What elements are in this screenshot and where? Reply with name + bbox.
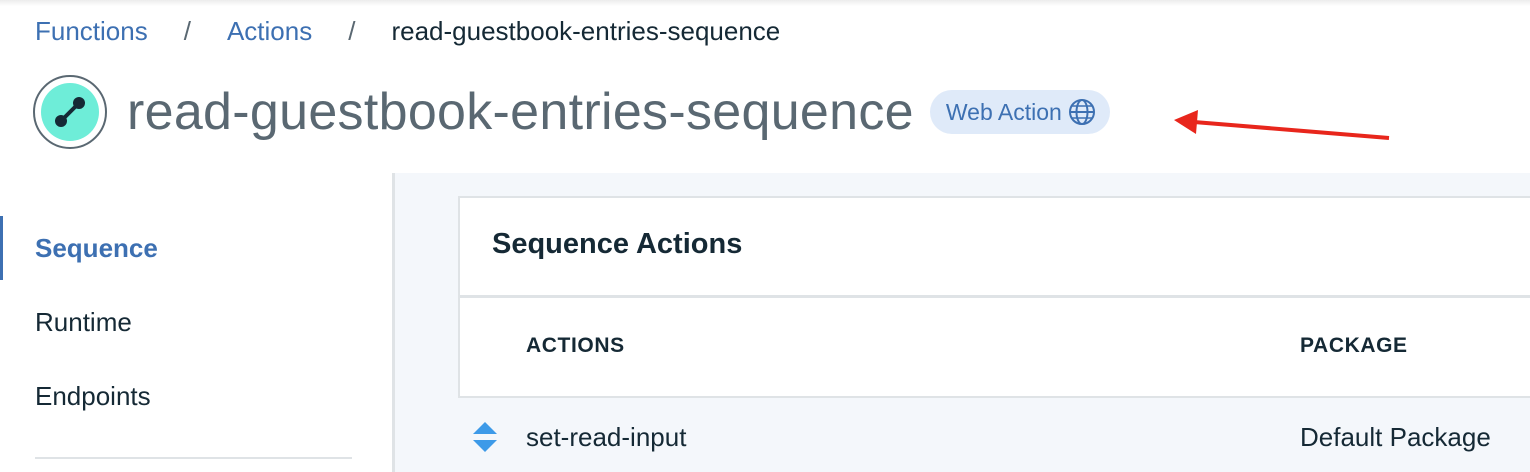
reorder-icon[interactable]: [471, 420, 499, 454]
column-header-package: PACKAGE: [1300, 334, 1408, 357]
sidebar-item-runtime[interactable]: Runtime: [0, 290, 392, 354]
breadcrumb: Functions / Actions / read-guestbook-ent…: [35, 14, 780, 48]
breadcrumb-link-actions[interactable]: Actions: [227, 16, 312, 47]
sidebar-item-sequence[interactable]: Sequence: [0, 216, 392, 280]
sequence-icon: [33, 75, 107, 149]
table-row: set-read-input Default Package: [458, 410, 1530, 464]
breadcrumb-separator: /: [183, 15, 191, 46]
sidebar: Sequence Runtime Endpoints: [0, 173, 392, 472]
web-action-badge[interactable]: Web Action: [929, 90, 1110, 134]
breadcrumb-current: read-guestbook-entries-sequence: [391, 15, 781, 46]
page-title: read-guestbook-entries-sequence: [127, 83, 914, 141]
web-action-label: Web Action: [945, 98, 1062, 125]
globe-icon: [1068, 99, 1095, 125]
annotation-arrow: [1174, 110, 1390, 140]
sequence-actions-card: Sequence Actions ACTIONS PACKAGE: [458, 196, 1530, 398]
card-divider: [460, 295, 1530, 298]
breadcrumb-link-functions[interactable]: Functions: [35, 16, 148, 47]
column-header-actions: ACTIONS: [526, 334, 625, 357]
row-action-name[interactable]: set-read-input: [526, 422, 686, 453]
sidebar-item-endpoints[interactable]: Endpoints: [0, 364, 392, 428]
sidebar-divider: [35, 457, 352, 459]
row-package-name: Default Package: [1300, 422, 1491, 452]
top-shadow: [0, 0, 1530, 6]
breadcrumb-separator: /: [348, 15, 356, 46]
page-header: read-guestbook-entries-sequence Web Acti…: [33, 75, 1110, 149]
card-title: Sequence Actions: [492, 228, 743, 260]
